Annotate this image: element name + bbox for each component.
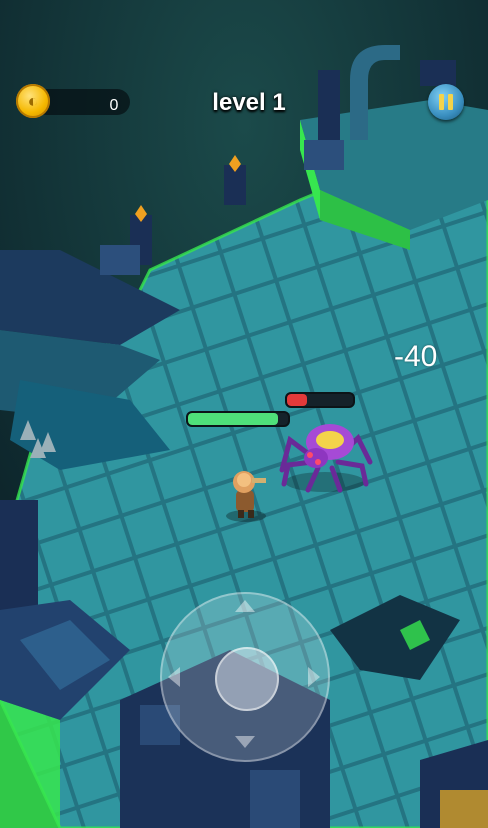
enemy-health-fill	[287, 394, 307, 406]
pause-icon-bar	[448, 94, 453, 110]
joystick-knob[interactable]	[215, 647, 279, 711]
joystick-up-arrow	[235, 600, 255, 612]
joystick-right-arrow	[308, 667, 320, 687]
level-label: level 1	[212, 89, 286, 116]
player-health-bar	[186, 411, 290, 427]
pause-button[interactable]	[428, 84, 464, 120]
coin-counter: 0 ◐	[16, 84, 132, 120]
joystick-down-arrow	[235, 736, 255, 748]
damage-popup: -40	[394, 340, 438, 373]
gold-coin-icon: ◐	[16, 84, 50, 118]
player-health-fill	[188, 413, 278, 425]
joystick-left-arrow	[168, 667, 180, 687]
virtual-joystick[interactable]	[160, 592, 330, 762]
pause-icon	[439, 94, 444, 110]
coin-count: 0	[109, 97, 119, 114]
enemy-health-bar	[285, 392, 355, 408]
